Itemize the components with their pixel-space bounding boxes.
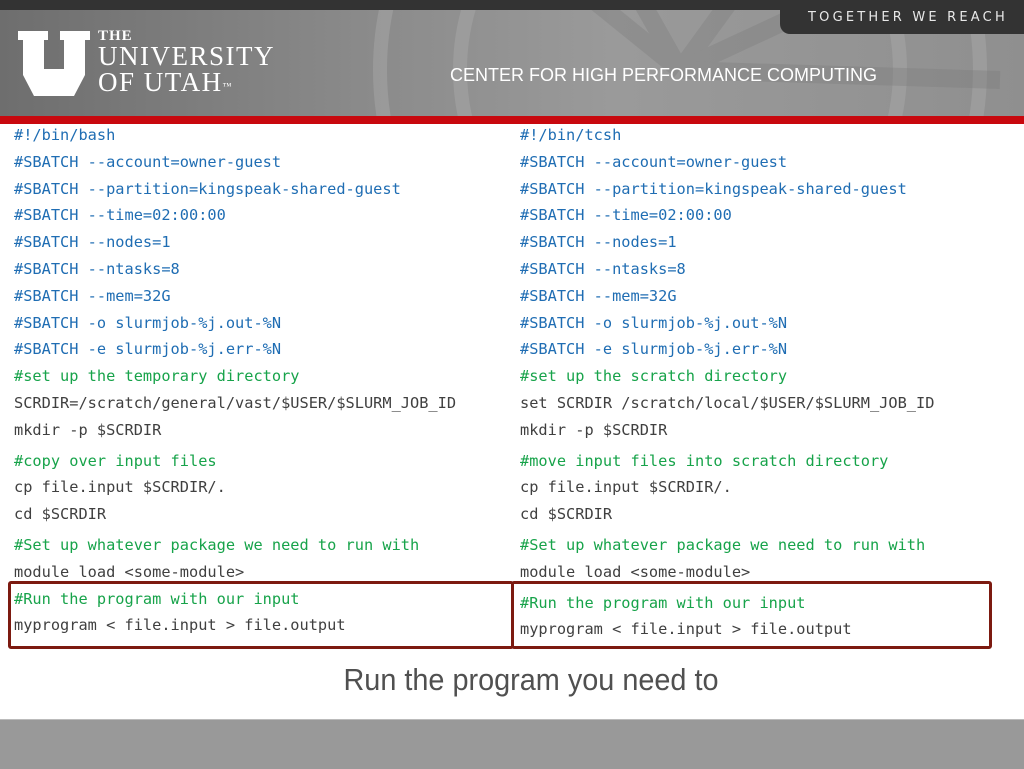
logo-line-of-utah: OF UTAH™ <box>98 69 275 96</box>
code-comment-line: #set up the temporary directory <box>14 367 300 386</box>
code-line: #SBATCH -o slurmjob-%j.out-%N <box>520 313 788 332</box>
trademark-symbol: ™ <box>222 81 233 91</box>
logo-of-utah-text: OF UTAH <box>98 67 223 97</box>
highlight-box-bash-run <box>8 581 514 649</box>
block-u-logo-icon <box>18 31 90 96</box>
code-line: #SBATCH -o slurmjob-%j.out-%N <box>14 313 282 332</box>
tagline: TOGETHER WE REACH <box>808 10 1008 25</box>
bash-script-column: #!/bin/bash #SBATCH --account=owner-gues… <box>14 122 456 639</box>
slide-caption: Run the program you need to <box>343 662 719 697</box>
code-line: cp file.input $SCRDIR/. <box>14 478 226 497</box>
code-line: #SBATCH --ntasks=8 <box>520 259 686 278</box>
slide-header: TOGETHER WE REACH THE UNIVERSITY OF UTAH… <box>0 0 1024 116</box>
code-line: SCRDIR=/scratch/general/vast/$USER/$SLUR… <box>14 393 457 412</box>
code-line: #SBATCH --nodes=1 <box>14 233 171 252</box>
code-line: #SBATCH --partition=kingspeak-shared-gue… <box>520 179 907 198</box>
university-logo-wordmark: THE UNIVERSITY OF UTAH™ <box>98 28 275 96</box>
code-line: mkdir -p $SCRDIR <box>520 420 668 439</box>
code-line: #!/bin/tcsh <box>520 126 622 144</box>
code-line: #SBATCH --account=owner-guest <box>520 152 788 171</box>
code-line: #SBATCH --mem=32G <box>520 286 677 305</box>
code-line: #SBATCH --account=owner-guest <box>14 152 282 171</box>
code-line: #SBATCH -e slurmjob-%j.err-%N <box>520 340 788 359</box>
code-line: #SBATCH --mem=32G <box>14 286 171 305</box>
code-comment-line: #Set up whatever package we need to run … <box>14 535 420 554</box>
code-line: set SCRDIR /scratch/local/$USER/$SLURM_J… <box>520 393 935 412</box>
code-line: #SBATCH --time=02:00:00 <box>14 206 226 225</box>
code-line: cd $SCRDIR <box>14 505 107 524</box>
code-line: #SBATCH -e slurmjob-%j.err-%N <box>14 340 282 359</box>
code-line: cd $SCRDIR <box>520 505 613 524</box>
center-title: CENTER FOR HIGH PERFORMANCE COMPUTING <box>450 65 878 85</box>
code-line: #SBATCH --time=02:00:00 <box>520 206 732 225</box>
tcsh-script-column: #!/bin/tcsh #SBATCH --account=owner-gues… <box>520 122 934 643</box>
code-line: #!/bin/bash <box>14 126 116 144</box>
highlight-box-tcsh-run <box>511 581 992 649</box>
slide-footer-bar <box>0 719 1024 769</box>
code-line: #SBATCH --nodes=1 <box>520 233 677 252</box>
code-comment-line: #move input files into scratch directory <box>520 451 889 470</box>
logo-line-university: UNIVERSITY <box>98 41 275 71</box>
code-line: cp file.input $SCRDIR/. <box>520 478 732 497</box>
code-line: mkdir -p $SCRDIR <box>14 420 162 439</box>
code-comment-line: #Set up whatever package we need to run … <box>520 535 926 554</box>
code-comment-line: #copy over input files <box>14 451 217 470</box>
code-line: #SBATCH --partition=kingspeak-shared-gue… <box>14 179 401 198</box>
code-comment-line: #set up the scratch directory <box>520 367 788 386</box>
code-line: #SBATCH --ntasks=8 <box>14 259 180 278</box>
